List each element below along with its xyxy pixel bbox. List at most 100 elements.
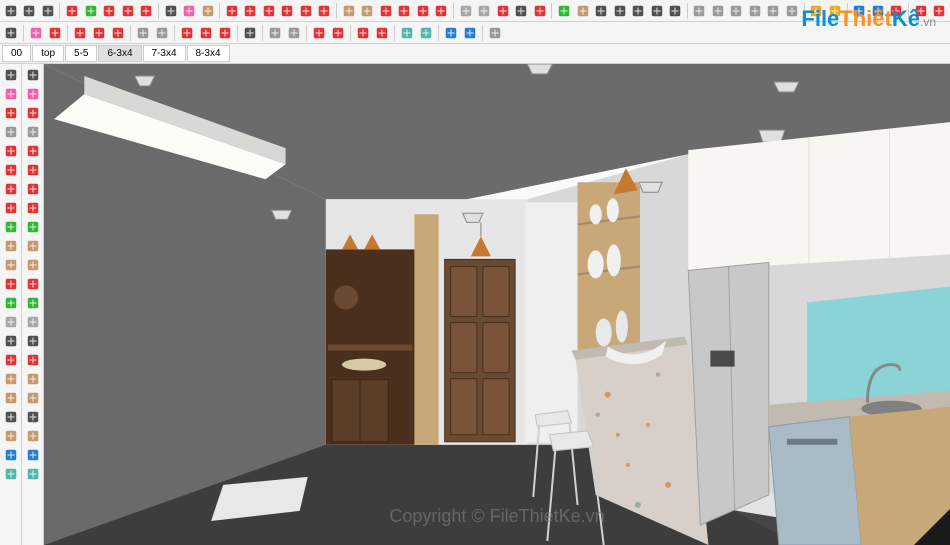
sandbox1-button[interactable] <box>398 24 416 42</box>
sandbox2-button[interactable] <box>417 24 435 42</box>
paint-button[interactable] <box>2 256 20 274</box>
dim2-button[interactable] <box>24 351 42 369</box>
new-file-button[interactable] <box>2 2 19 20</box>
eraser2-button[interactable] <box>24 85 42 103</box>
move-button[interactable] <box>2 199 20 217</box>
polygon-button[interactable] <box>297 2 314 20</box>
paint2-button[interactable] <box>24 256 42 274</box>
rotate-button[interactable] <box>2 218 20 236</box>
paint-bucket-button[interactable] <box>199 2 216 20</box>
3d-viewport[interactable]: Copyright © FileThietKe.vn <box>44 64 950 545</box>
tape-measure-button[interactable] <box>457 2 474 20</box>
select-button[interactable] <box>2 66 20 84</box>
rotated-rect-button[interactable] <box>153 24 171 42</box>
arc2-button[interactable] <box>24 142 42 160</box>
orbit-button[interactable] <box>555 2 572 20</box>
pan-button[interactable] <box>574 2 591 20</box>
scene-tab-7-3x4[interactable]: 7-3x4 <box>143 45 186 62</box>
walk-button[interactable] <box>2 427 20 445</box>
back-view-button[interactable] <box>765 2 782 20</box>
previous-view-button[interactable] <box>648 2 665 20</box>
arc-button[interactable] <box>2 142 20 160</box>
copy-button[interactable] <box>119 2 136 20</box>
top-view-button[interactable] <box>709 2 726 20</box>
line-button[interactable] <box>2 104 20 122</box>
scene-tab-5-5[interactable]: 5-5 <box>65 45 97 62</box>
line-tool-button[interactable] <box>46 24 64 42</box>
flip-button[interactable] <box>329 24 347 42</box>
zoom-button[interactable] <box>2 408 20 426</box>
eraser-tool-button[interactable] <box>27 24 45 42</box>
line-button[interactable] <box>223 2 240 20</box>
circle-button[interactable] <box>279 2 296 20</box>
intersect-button[interactable] <box>354 24 372 42</box>
arc-button[interactable] <box>316 2 333 20</box>
offset-button[interactable] <box>2 275 20 293</box>
axes-button[interactable] <box>531 2 548 20</box>
zoom2-button[interactable] <box>24 408 42 426</box>
push2-button[interactable] <box>24 237 42 255</box>
tape-button[interactable] <box>2 313 20 331</box>
pie-button[interactable] <box>109 24 127 42</box>
orbit2-button[interactable] <box>24 370 42 388</box>
reverse-button[interactable] <box>373 24 391 42</box>
explode-button[interactable] <box>216 24 234 42</box>
scale-button[interactable] <box>2 294 20 312</box>
material-button[interactable] <box>2 123 20 141</box>
mat2-button[interactable] <box>24 123 42 141</box>
zoom-window-button[interactable] <box>629 2 646 20</box>
section2-button[interactable] <box>24 465 42 483</box>
text-button[interactable] <box>512 2 529 20</box>
zoom-button[interactable] <box>592 2 609 20</box>
walk2-button[interactable] <box>24 427 42 445</box>
scene-tab-6-3x4[interactable]: 6-3x4 <box>98 45 141 62</box>
right-view-button[interactable] <box>746 2 763 20</box>
open-file-button[interactable] <box>20 2 37 20</box>
dimension-button[interactable] <box>2 351 20 369</box>
paste-button[interactable] <box>137 2 154 20</box>
freehand-button[interactable] <box>242 2 259 20</box>
scene-tab-top[interactable]: top <box>32 45 64 62</box>
scene-tab-00[interactable]: 00 <box>2 45 31 62</box>
eraser-button[interactable] <box>2 85 20 103</box>
rotate-button[interactable] <box>414 2 431 20</box>
scale2-button[interactable] <box>24 294 42 312</box>
circle-button[interactable] <box>2 180 20 198</box>
3dtext-button[interactable] <box>241 24 259 42</box>
rotate2-button[interactable] <box>24 218 42 236</box>
rect2-button[interactable] <box>24 161 42 179</box>
circle-tool-button[interactable] <box>134 24 152 42</box>
redo-button[interactable] <box>82 2 99 20</box>
save-file-button[interactable] <box>39 2 56 20</box>
styles-button[interactable] <box>442 24 460 42</box>
move-button[interactable] <box>396 2 413 20</box>
hide-button[interactable] <box>266 24 284 42</box>
offset-button[interactable] <box>377 2 394 20</box>
text2-button[interactable] <box>24 332 42 350</box>
scene-tab-8-3x4[interactable]: 8-3x4 <box>187 45 230 62</box>
unhide-button[interactable] <box>285 24 303 42</box>
select-button[interactable] <box>162 2 179 20</box>
left-view-button[interactable] <box>783 2 800 20</box>
offset2-button[interactable] <box>24 275 42 293</box>
select2-button[interactable] <box>24 66 42 84</box>
rectangle-button[interactable] <box>2 161 20 179</box>
pan-button[interactable] <box>2 389 20 407</box>
tape2-button[interactable] <box>24 313 42 331</box>
arc3pt-button[interactable] <box>90 24 108 42</box>
zoom-extents-button[interactable] <box>611 2 628 20</box>
make-group-button[interactable] <box>197 24 215 42</box>
look2-button[interactable] <box>24 446 42 464</box>
section-button[interactable] <box>2 465 20 483</box>
scale-button[interactable] <box>433 2 450 20</box>
orbit-button[interactable] <box>2 370 20 388</box>
eraser-button[interactable] <box>180 2 197 20</box>
move2-button[interactable] <box>24 199 42 217</box>
circle2-button[interactable] <box>24 180 42 198</box>
materials-button[interactable] <box>461 24 479 42</box>
rectangle-button[interactable] <box>260 2 277 20</box>
make-component-button[interactable] <box>178 24 196 42</box>
pan2-button[interactable] <box>24 389 42 407</box>
account-button[interactable] <box>486 24 504 42</box>
look-button[interactable] <box>2 446 20 464</box>
